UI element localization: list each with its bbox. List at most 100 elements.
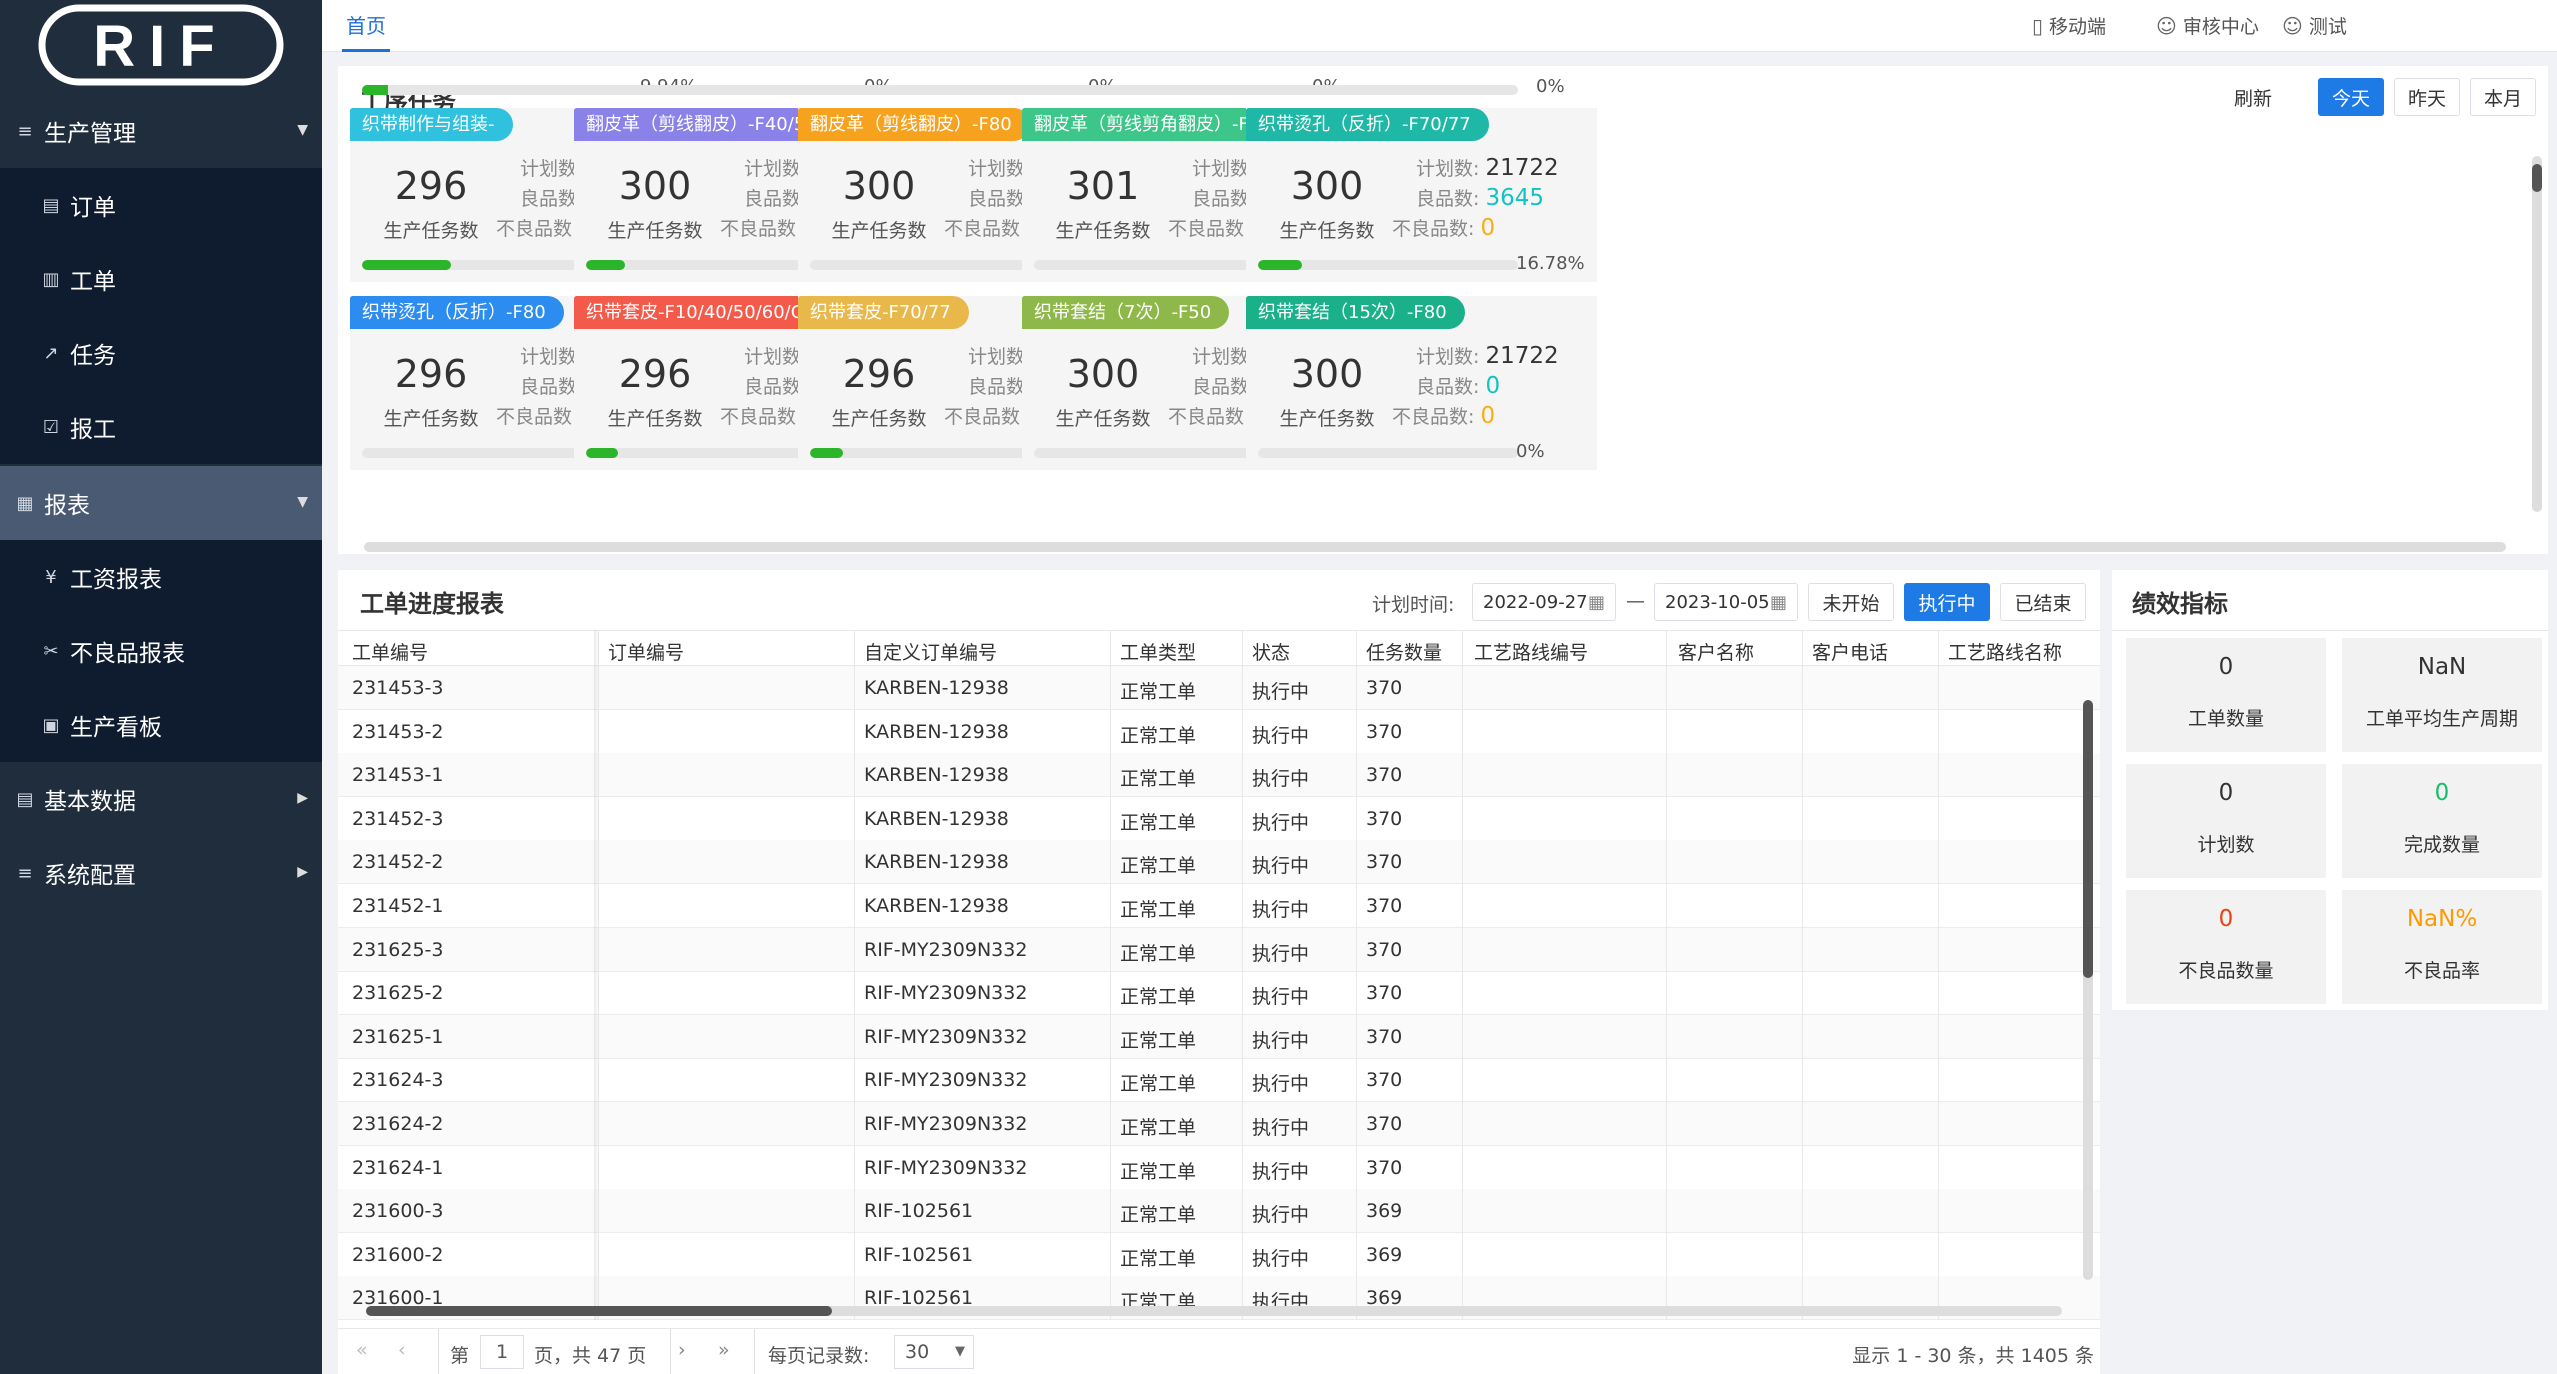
sidebar-item-4[interactable]: ☑ 报工 [0,390,322,464]
table-cell: RIF-MY2309N332 [864,1025,1028,1048]
process-card[interactable]: 织带套结（15次）-F80 300 生产任务数 计划数: 21722 良品数: 0 不良品… [1246,295,1597,470]
first-page-icon[interactable]: « [356,1339,368,1361]
table-row[interactable]: 231452-2 KARBEN-12938 正常工单 执行中 370 [338,840,2100,885]
refresh-button[interactable]: 刷新 [2218,78,2288,116]
bad-label: 不良品数: [1168,218,1251,240]
sidebar-item-7[interactable]: ✂ 不良品报表 [0,614,322,688]
table-cell: 231625-2 [352,982,444,1005]
table-row[interactable]: 231625-1 RIF-MY2309N332 正常工单 执行中 370 [338,1014,2100,1059]
finished-filter-button[interactable]: 已结束 [2000,583,2086,621]
page-number-input[interactable]: 1 [480,1335,524,1369]
progress-fill [1258,260,1302,270]
table-cell: 正常工单 [1120,899,1197,921]
task-count: 300 [618,164,692,208]
config-icon: ≡ [17,862,33,884]
process-hscroll-track[interactable] [364,542,2506,552]
table-cell: 370 [1366,851,1403,874]
sidebar-item-8[interactable]: ▣ 生产看板 [0,688,322,762]
column-header[interactable]: 工单编号 [352,638,428,665]
sidebar-item-1[interactable]: ▤ 订单 [0,168,322,242]
running-filter-button[interactable]: 执行中 [1904,583,1990,621]
process-card-title: 织带制作与组装- [350,108,513,141]
last-page-icon[interactable]: » [718,1339,730,1361]
sidebar-item-label: 系统配置 [44,863,136,889]
table-row[interactable]: 231600-3 RIF-102561 正常工单 执行中 369 [338,1189,2100,1234]
prev-page-icon[interactable]: ‹ [398,1339,406,1361]
column-divider [1462,630,1463,1320]
column-header[interactable]: 客户名称 [1678,638,1754,665]
metrics-divider [2112,630,2548,631]
sidebar-item-9[interactable]: ▤ 基本数据 ▶ [0,762,322,836]
svg-text:RIF: RIF [93,14,228,79]
order-panel-title: 工单进度报表 [360,590,504,618]
sidebar-item-label: 工单 [70,269,116,295]
column-header[interactable]: 自定义订单编号 [864,638,997,665]
table-row[interactable]: 231624-2 RIF-MY2309N332 正常工单 执行中 370 [338,1102,2100,1146]
mobile-link[interactable]: ▯ 移动端 [2032,12,2106,39]
sidebar-item-10[interactable]: ≡ 系统配置 ▶ [0,836,322,910]
sidebar-item-3[interactable]: ↗ 任务 [0,316,322,390]
next-page-icon[interactable]: › [678,1339,686,1361]
table-cell: 正常工单 [1120,724,1197,747]
date-to-picker[interactable]: 2023-10-05 ▦ [1654,583,1798,621]
user-avatar-icon: ☺ [2282,13,2303,38]
table-cell: 231600-3 [352,1200,444,1223]
column-header[interactable]: 订单编号 [608,638,684,665]
table-row[interactable]: 231624-3 RIF-MY2309N332 正常工单 执行中 370 [338,1058,2100,1103]
column-header[interactable]: 工单类型 [1120,638,1196,665]
sidebar-item-5[interactable]: ▦ 报表 ▼ [0,466,322,540]
table-cell: 正常工单 [1120,1160,1197,1183]
table-cell: RIF-102561 [864,1200,974,1223]
process-vscroll-thumb[interactable] [2532,164,2542,192]
table-row[interactable]: 231452-1 KARBEN-12938 正常工单 执行中 370 [338,884,2100,928]
layers-icon: ≡ [17,120,33,142]
table-row[interactable]: 231624-1 RIF-MY2309N332 正常工单 执行中 370 [338,1146,2100,1190]
column-header[interactable]: 状态 [1252,638,1290,665]
table-row[interactable]: 231453-1 KARBEN-12938 正常工单 执行中 370 [338,753,2100,798]
table-row[interactable]: 231625-3 RIF-MY2309N332 正常工单 执行中 370 [338,927,2100,972]
table-cell: 正常工单 [1120,768,1197,791]
rif-logo: RIF [38,4,284,86]
data-icon: ▤ [16,788,34,810]
date-from-picker[interactable]: 2022-09-27 ▦ [1472,583,1616,621]
table-row[interactable]: 231600-2 RIF-102561 正常工单 执行中 369 [338,1233,2100,1277]
column-header[interactable]: 客户电话 [1812,638,1888,665]
column-header[interactable]: 任务数量 [1366,638,1442,665]
table-row[interactable]: 231453-2 KARBEN-12938 正常工单 执行中 370 [338,710,2100,754]
today-button[interactable]: 今天 [2318,78,2384,116]
not-started-filter-button[interactable]: 未开始 [1808,583,1894,621]
table-row[interactable]: 231452-3 KARBEN-12938 正常工单 执行中 370 [338,797,2100,841]
sidebar-item-label: 生产看板 [70,715,162,741]
process-card[interactable]: 织带烫孔（反折）-F70/77 300 生产任务数 计划数: 21722 良品数: 36… [1246,108,1597,282]
table-cell: 231452-3 [352,807,444,830]
table-vscroll-thumb[interactable] [2083,700,2093,978]
table-row[interactable]: 231625-2 RIF-MY2309N332 正常工单 执行中 370 [338,971,2100,1016]
table-cell: 正常工单 [1120,1247,1197,1270]
column-header[interactable]: 工艺路线名称 [1948,638,2062,665]
sidebar-item-label: 任务 [70,343,116,369]
column-divider [1356,630,1357,1320]
metric-label: 工单平均生产周期 [2365,708,2518,730]
user-menu[interactable]: ☺ 测试 [2282,12,2347,39]
per-page-select[interactable]: 30 ▼ [894,1335,974,1369]
table-hscroll-thumb[interactable] [366,1306,832,1316]
task-count: 296 [394,164,468,208]
audit-center-label: 审核中心 [2182,16,2259,38]
task-count: 301 [1066,164,1140,208]
tab-home[interactable]: 首页 [342,0,390,52]
column-header[interactable]: 工艺路线编号 [1474,638,1588,665]
audit-center-link[interactable]: ☺ 审核中心 [2156,12,2259,39]
sidebar-item-0[interactable]: ≡ 生产管理 ▼ [0,94,322,168]
process-vscroll-track[interactable] [2532,156,2542,512]
month-button[interactable]: 本月 [2470,78,2536,116]
process-card-title: 织带套皮-F70/77 [798,295,969,329]
sidebar-item-2[interactable]: ▥ 工单 [0,242,322,316]
yesterday-button[interactable]: 昨天 [2394,78,2460,116]
process-tasks-panel: 工序任务 刷新 今天 昨天 本月 9.94%0%0%0%0% 织带制作与组装-2… [338,66,2548,554]
table-cell: 231600-2 [352,1243,444,1266]
metric-value: 0 [2218,906,2234,932]
table-cell: RIF-MY2309N332 [864,1069,1028,1092]
bad-row: 不良品数: 0 [1392,402,1495,429]
table-row[interactable]: 231453-3 KARBEN-12938 正常工单 执行中 370 [338,666,2100,710]
sidebar-item-6[interactable]: ¥ 工资报表 [0,540,322,614]
